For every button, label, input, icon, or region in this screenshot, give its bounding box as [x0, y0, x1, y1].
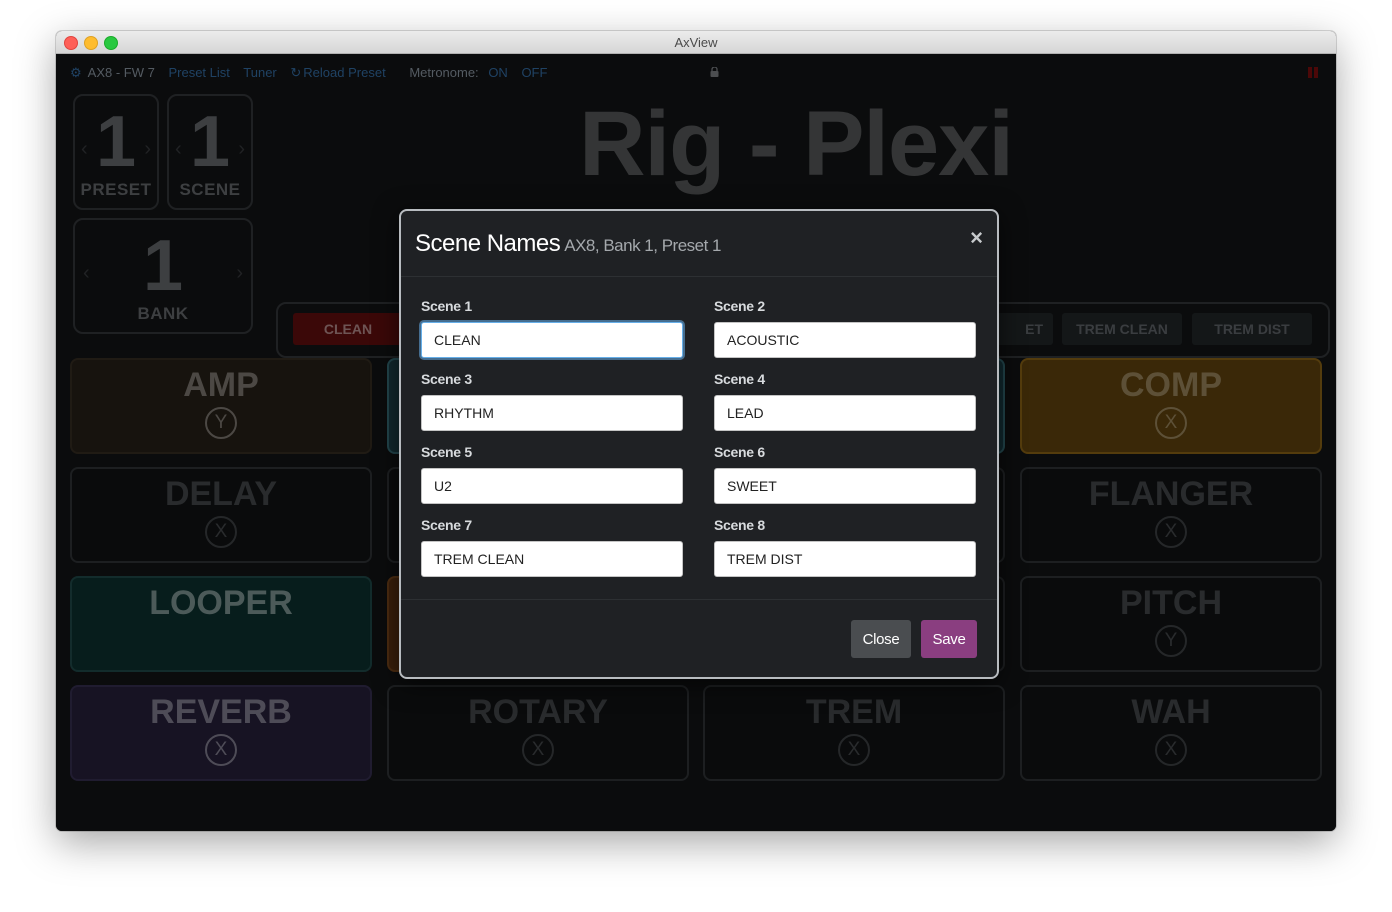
scene-1-field: Scene 1: [421, 298, 683, 358]
modal-title: Scene Names AX8, Bank 1, Preset 1: [415, 230, 722, 258]
scene-1-input[interactable]: [421, 322, 683, 358]
scene-6-input[interactable]: [714, 468, 976, 504]
scene-7-input[interactable]: [421, 541, 683, 577]
scene-7-label: Scene 7: [421, 517, 472, 533]
scene-1-label: Scene 1: [421, 298, 472, 314]
scene-5-input[interactable]: [421, 468, 683, 504]
scene-8-label: Scene 8: [714, 517, 765, 533]
scene-3-label: Scene 3: [421, 371, 472, 387]
scene-6-field: Scene 6: [714, 444, 976, 504]
scene-3-input[interactable]: [421, 395, 683, 431]
window-title: AxView: [674, 35, 718, 50]
scene-8-input[interactable]: [714, 541, 976, 577]
scene-5-field: Scene 5: [421, 444, 683, 504]
close-button[interactable]: Close: [851, 620, 911, 658]
modal-title-text: Scene Names: [415, 230, 561, 257]
scene-5-label: Scene 5: [421, 444, 472, 460]
app-window: AxView ⚙ AX8 - FW 7 Preset List Tuner ↻ Re…: [56, 31, 1336, 831]
scene-2-field: Scene 2: [714, 298, 976, 358]
scene-2-input[interactable]: [714, 322, 976, 358]
scene-names-modal: Scene Names AX8, Bank 1, Preset 1 × Scene…: [399, 209, 999, 679]
scene-4-label: Scene 4: [714, 371, 765, 387]
scene-8-field: Scene 8: [714, 517, 976, 577]
scene-6-label: Scene 6: [714, 444, 765, 460]
app-content: ⚙ AX8 - FW 7 Preset List Tuner ↻ Reload Pr…: [56, 54, 1336, 831]
scene-4-input[interactable]: [714, 395, 976, 431]
close-icon[interactable]: ×: [970, 225, 983, 251]
scene-3-field: Scene 3: [421, 371, 683, 431]
save-button[interactable]: Save: [921, 620, 977, 658]
modal-header: Scene Names AX8, Bank 1, Preset 1 ×: [401, 211, 997, 277]
scene-7-field: Scene 7: [421, 517, 683, 577]
scene-2-label: Scene 2: [714, 298, 765, 314]
modal-subtitle: AX8, Bank 1, Preset 1: [564, 236, 722, 255]
title-bar: AxView: [56, 31, 1336, 54]
scene-4-field: Scene 4: [714, 371, 976, 431]
modal-footer: Close Save: [401, 599, 997, 676]
